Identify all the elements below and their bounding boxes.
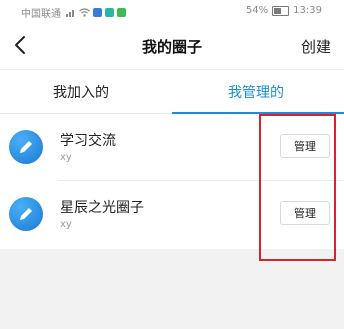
highlight-annotation-box — [259, 114, 336, 261]
avatar — [9, 197, 43, 231]
tab-managed[interactable]: 我管理的 — [228, 82, 284, 102]
signal-icon — [66, 10, 74, 17]
status-left: 中国联通 — [21, 5, 126, 20]
circle-owner: xy — [60, 152, 72, 163]
circle-name: 星辰之光圈子 — [60, 200, 144, 216]
battery-percent: 54% — [245, 5, 269, 16]
status-right: 54% 13:39 — [246, 5, 322, 16]
app-notification-icon — [93, 8, 102, 17]
tab-bar: 我加入的 我管理的 — [0, 69, 344, 114]
status-icons — [66, 8, 126, 17]
battery-icon — [272, 5, 290, 16]
carrier-label: 中国联通 — [21, 9, 61, 20]
status-bar: 中国联通 54% 13:39 — [0, 0, 344, 22]
wifi-icon — [79, 8, 90, 17]
circle-name: 学习交流 — [60, 133, 116, 149]
pencil-icon — [20, 208, 32, 220]
circle-owner: xy — [60, 219, 72, 230]
tab-joined[interactable]: 我加入的 — [53, 82, 109, 102]
clock: 13:39 — [293, 5, 322, 16]
nav-bar: 我的圈子 创建 — [0, 22, 344, 69]
pencil-icon — [20, 141, 32, 153]
page-title: 我的圈子 — [141, 38, 202, 56]
app-notification-icon — [105, 8, 114, 17]
create-button[interactable]: 创建 — [301, 36, 331, 57]
avatar — [9, 130, 43, 164]
app-notification-icon — [117, 8, 126, 17]
